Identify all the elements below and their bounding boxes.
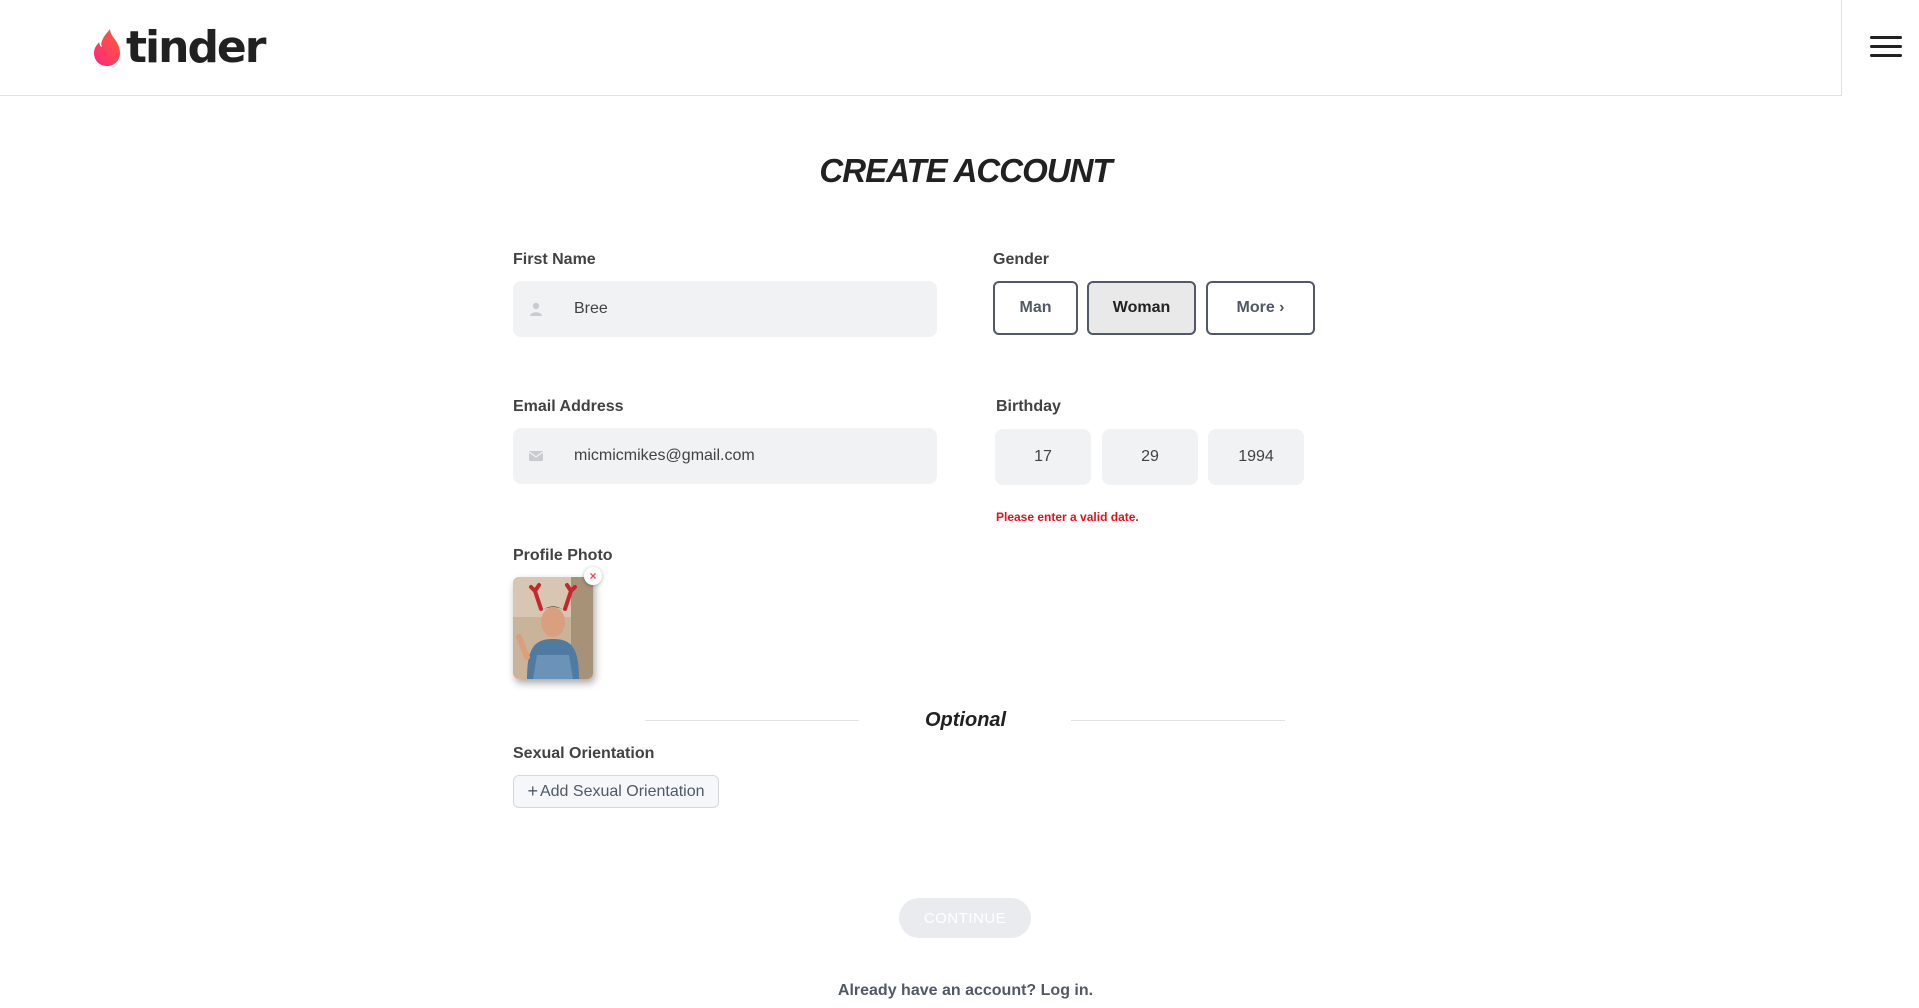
profile-photo-image xyxy=(513,577,593,679)
profile-photo-thumbnail[interactable] xyxy=(513,577,593,679)
flame-icon xyxy=(94,29,120,66)
email-field[interactable]: micmicmikes@gmail.com xyxy=(513,428,937,484)
birthday-year-input[interactable]: 1994 xyxy=(1208,429,1304,485)
plus-icon: + xyxy=(527,781,538,801)
gender-woman-button[interactable]: Woman xyxy=(1087,281,1196,335)
first-name-value: Bree xyxy=(574,300,608,317)
birthday-day-input[interactable]: 29 xyxy=(1102,429,1198,485)
sexual-orientation-label: Sexual Orientation xyxy=(513,745,655,762)
optional-heading: Optional xyxy=(925,709,1007,731)
login-link[interactable]: Already have an account? Log in. xyxy=(0,982,1919,1000)
page-title: CREATE ACCOUNT xyxy=(819,152,1112,189)
birthday-label: Birthday xyxy=(996,398,1061,415)
gender-label: Gender xyxy=(993,251,1050,268)
hamburger-menu-icon[interactable] xyxy=(1870,36,1902,60)
top-bar: tinder xyxy=(0,0,1842,96)
logo-wordmark: tinder xyxy=(126,22,266,73)
remove-photo-icon[interactable]: × xyxy=(584,567,602,585)
birthday-error-message: Please enter a valid date. xyxy=(996,510,1139,524)
first-name-field[interactable]: Bree xyxy=(513,281,937,337)
profile-photo-label: Profile Photo xyxy=(513,547,613,564)
envelope-icon xyxy=(529,451,543,461)
add-sexual-orientation-button[interactable]: + Add Sexual Orientation xyxy=(513,775,719,808)
birthday-month-input[interactable]: 17 xyxy=(995,429,1091,485)
email-value: micmicmikes@gmail.com xyxy=(574,447,755,464)
tinder-logo[interactable]: tinder xyxy=(92,22,266,73)
divider-left xyxy=(645,720,859,721)
add-sexual-orientation-label: Add Sexual Orientation xyxy=(539,782,705,800)
first-name-label: First Name xyxy=(513,251,596,268)
divider-right xyxy=(1071,720,1285,721)
user-icon xyxy=(530,302,542,316)
email-label: Email Address xyxy=(513,398,624,415)
gender-more-button[interactable]: More › xyxy=(1206,281,1315,335)
gender-man-button[interactable]: Man xyxy=(993,281,1078,335)
continue-button[interactable]: CONTINUE xyxy=(899,898,1031,938)
